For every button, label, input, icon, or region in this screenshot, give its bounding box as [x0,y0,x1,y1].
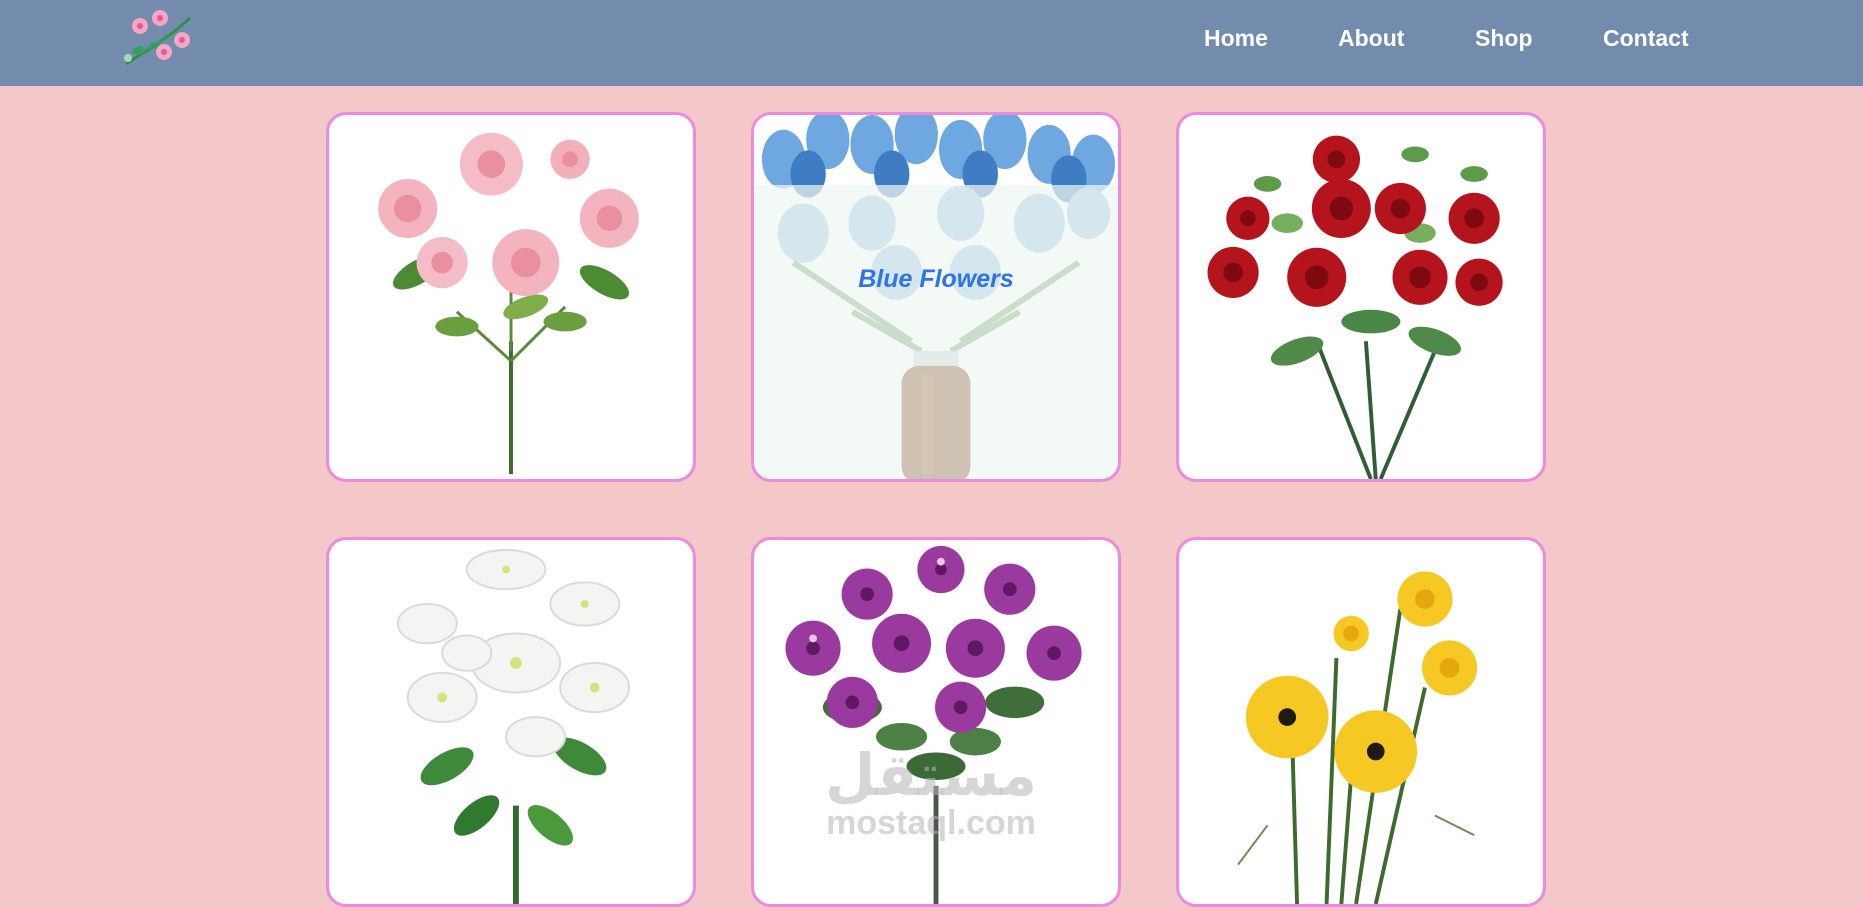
flower-logo-icon[interactable] [120,6,204,68]
yellow-daisies-image [1237,571,1478,904]
red-roses-image [1207,135,1503,479]
product-card-red-roses[interactable] [1176,112,1546,482]
product-card-pink-roses[interactable] [326,112,696,482]
nav-contact-link[interactable]: Contact [1603,25,1689,52]
purple-petunias-image [785,545,1082,904]
watermark-latin-text: mostaql.com [826,804,1036,842]
product-card-blue-tulips[interactable]: Blue Flowers [751,112,1121,482]
navbar: Home About Shop Contact [0,0,1863,86]
product-card-white-lilies[interactable] [326,537,696,907]
nav-shop-link[interactable]: Shop [1475,25,1533,52]
pink-roses-image [378,132,639,475]
white-lilies-image [396,548,631,904]
watermark-arabic-text: مستقل [824,741,1038,809]
card-hover-overlay [754,185,1118,479]
mostaql-watermark: مستقل mostaql.com [816,745,1046,841]
product-card-purple-petunias[interactable] [751,537,1121,907]
nav-home-link[interactable]: Home [1204,25,1268,52]
nav-about-link[interactable]: About [1338,25,1404,52]
product-card-yellow-daisies[interactable] [1176,537,1546,907]
blue-flowers-caption[interactable]: Blue Flowers [754,265,1118,294]
